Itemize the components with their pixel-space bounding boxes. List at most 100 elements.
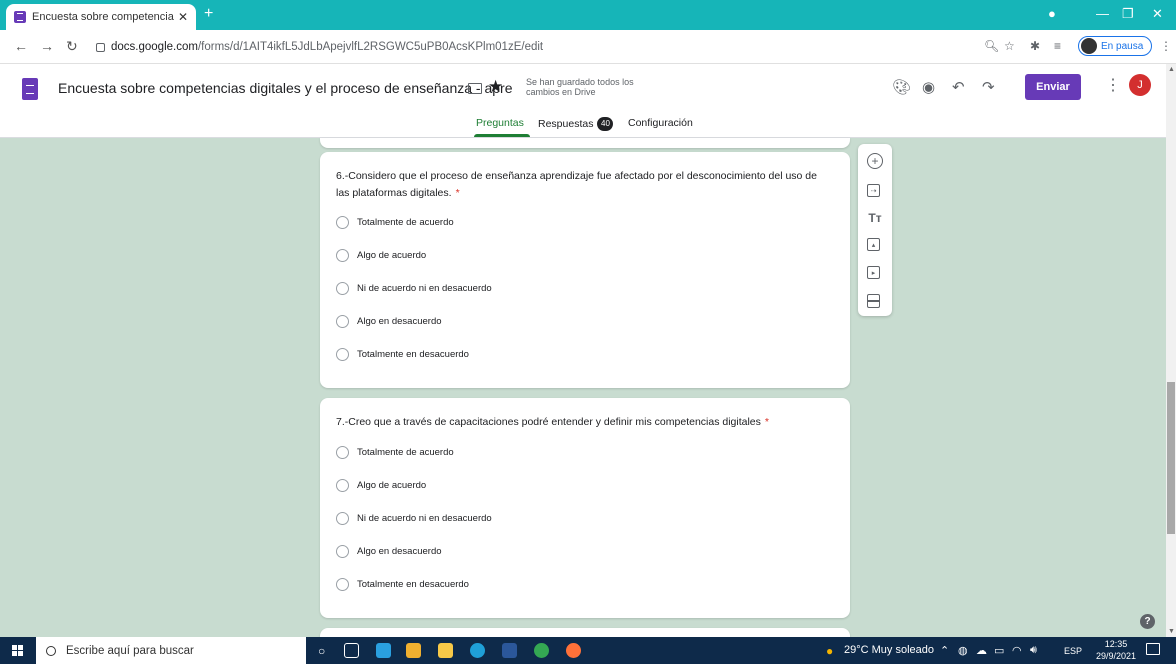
windows-taskbar: Escribe aquí para buscar ○ ● 29°C Muy so… [0,637,1176,664]
redo-icon[interactable]: ↷ [982,78,995,96]
more-options-icon[interactable]: ⋮ [1105,75,1121,95]
radio-button[interactable] [336,315,349,328]
extensions-icon[interactable]: ✱ [1030,39,1040,53]
notifications-icon[interactable] [1146,643,1160,655]
browser-tab-strip: Encuesta sobre competencias dig ✕ + ● — … [0,0,1176,30]
radio-button[interactable] [336,545,349,558]
add-image-icon[interactable]: ▴ [867,238,880,251]
windows-start-icon[interactable] [12,645,23,656]
restore-icon[interactable]: ❐ [1122,6,1134,22]
radio-button[interactable] [336,348,349,361]
form-title[interactable]: Encuesta sobre competencias digitales y … [58,80,513,96]
task-view-icon[interactable] [344,643,359,658]
folder-icon[interactable] [468,83,482,94]
send-button[interactable]: Enviar [1025,74,1081,100]
reload-icon[interactable]: ↻ [66,38,78,55]
radio-option[interactable]: Totalmente en desacuerdo [336,578,469,591]
palette-icon[interactable]: 🎨︎ [892,78,911,96]
reading-list-icon[interactable]: ≡ [1054,39,1061,53]
onedrive-icon[interactable]: ☁ [976,644,987,657]
profile-status: En pausa [1101,40,1144,52]
radio-option[interactable]: Algo en desacuerdo [336,545,442,558]
radio-button[interactable] [336,446,349,459]
user-avatar[interactable]: J [1129,74,1151,96]
scroll-up-icon[interactable]: ▲ [1168,66,1175,73]
language-indicator[interactable]: ESP [1064,646,1082,656]
file-explorer-icon[interactable] [438,643,453,658]
radio-button[interactable] [336,249,349,262]
close-tab-icon[interactable]: ✕ [178,10,188,24]
forms-header: Encuesta sobre competencias digitales y … [0,64,1166,138]
tray-app-icon[interactable]: ◍ [958,644,968,657]
radio-option[interactable]: Ni de acuerdo ni en desacuerdo [336,282,492,295]
add-question-icon[interactable]: + [867,153,883,169]
question-title[interactable]: 6.-Considero que el proceso de enseñanza… [336,168,826,202]
wifi-icon[interactable]: ◠ [1012,644,1022,657]
scroll-down-icon[interactable]: ▼ [1168,628,1175,635]
profile-paused-button[interactable]: En pausa [1078,36,1152,56]
add-video-icon[interactable]: ▸ [867,266,880,279]
chrome-icon[interactable] [534,643,549,658]
next-question-card[interactable] [320,628,850,637]
radio-option[interactable]: Totalmente de acuerdo [336,216,454,229]
forward-arrow-icon[interactable]: → [40,38,54,54]
search-placeholder: Escribe aquí para buscar [66,644,194,657]
radio-option[interactable]: Algo en desacuerdo [336,315,442,328]
question-card[interactable]: 6.-Considero que el proceso de enseñanza… [320,152,850,388]
radio-option[interactable]: Totalmente en desacuerdo [336,348,469,361]
forms-logo-icon[interactable] [22,78,38,100]
radio-button[interactable] [336,282,349,295]
network-icon[interactable]: ▭ [994,644,1004,657]
new-tab-button[interactable]: + [204,5,213,23]
scrollbar-thumb[interactable] [1167,382,1175,534]
tab-settings[interactable]: Configuración [628,117,693,129]
address-bar: ← → ↻ docs.google.com/forms/d/1AIT4ikfL5… [0,30,1176,64]
import-questions-icon[interactable]: ⇢ [867,184,880,197]
taskbar-search-input[interactable]: Escribe aquí para buscar [36,637,306,664]
url-host: docs.google.com [111,41,198,53]
volume-icon[interactable]: 🔊︎ [1030,644,1037,657]
close-window-icon[interactable]: ✕ [1152,6,1163,22]
page-scrollbar[interactable]: ▲ ▼ [1166,64,1176,637]
mail-icon[interactable] [376,643,391,658]
radio-button[interactable] [336,216,349,229]
zoom-icon[interactable]: 🔍︎ [984,39,999,53]
question-card[interactable]: 7.-Creo que a través de capacitaciones p… [320,398,850,618]
radio-option[interactable]: Algo de acuerdo [336,479,426,492]
add-section-icon[interactable] [867,294,880,308]
profile-dot-icon[interactable]: ● [1048,6,1056,21]
radio-option[interactable]: Totalmente de acuerdo [336,446,454,459]
option-label: Totalmente en desacuerdo [357,579,469,590]
weather-status[interactable]: 29°C Muy soleado [844,644,934,656]
firefox-icon[interactable] [566,643,581,658]
help-icon[interactable]: ? [1140,614,1155,629]
preview-eye-icon[interactable]: ◉ [922,78,935,96]
add-title-icon[interactable]: Tт [867,210,883,226]
tab-questions[interactable]: Preguntas [476,117,524,129]
responses-count-badge: 40 [597,117,614,131]
url-field[interactable]: docs.google.com/forms/d/1AIT4ikfL5JdLbAp… [92,35,1112,59]
previous-question-card[interactable] [320,138,850,148]
radio-button[interactable] [336,578,349,591]
undo-icon[interactable]: ↶ [952,78,965,96]
browser-tab[interactable]: Encuesta sobre competencias dig ✕ [6,4,196,30]
word-icon[interactable] [502,643,517,658]
browser-menu-icon[interactable]: ⋮ [1160,39,1172,53]
radio-button[interactable] [336,479,349,492]
tray-chevron-icon[interactable]: ⌃ [940,644,949,657]
tab-responses[interactable]: Respuestas 40 [538,117,614,131]
back-arrow-icon[interactable]: ← [14,38,28,54]
store-icon[interactable] [406,643,421,658]
minimize-icon[interactable]: — [1096,6,1109,21]
star-icon[interactable]: ★ [488,77,503,97]
taskbar-clock[interactable]: 12:35 29/9/2021 [1096,638,1136,662]
edge-icon[interactable] [470,643,485,658]
question-title[interactable]: 7.-Creo que a través de capacitaciones p… [336,414,826,431]
radio-option[interactable]: Ni de acuerdo ni en desacuerdo [336,512,492,525]
radio-option[interactable]: Algo de acuerdo [336,249,426,262]
save-status-line1: Se han guardado todos los [526,77,634,87]
option-label: Totalmente de acuerdo [357,217,454,228]
radio-button[interactable] [336,512,349,525]
cortana-icon[interactable]: ○ [318,644,325,658]
bookmark-star-icon[interactable]: ☆ [1004,39,1015,53]
